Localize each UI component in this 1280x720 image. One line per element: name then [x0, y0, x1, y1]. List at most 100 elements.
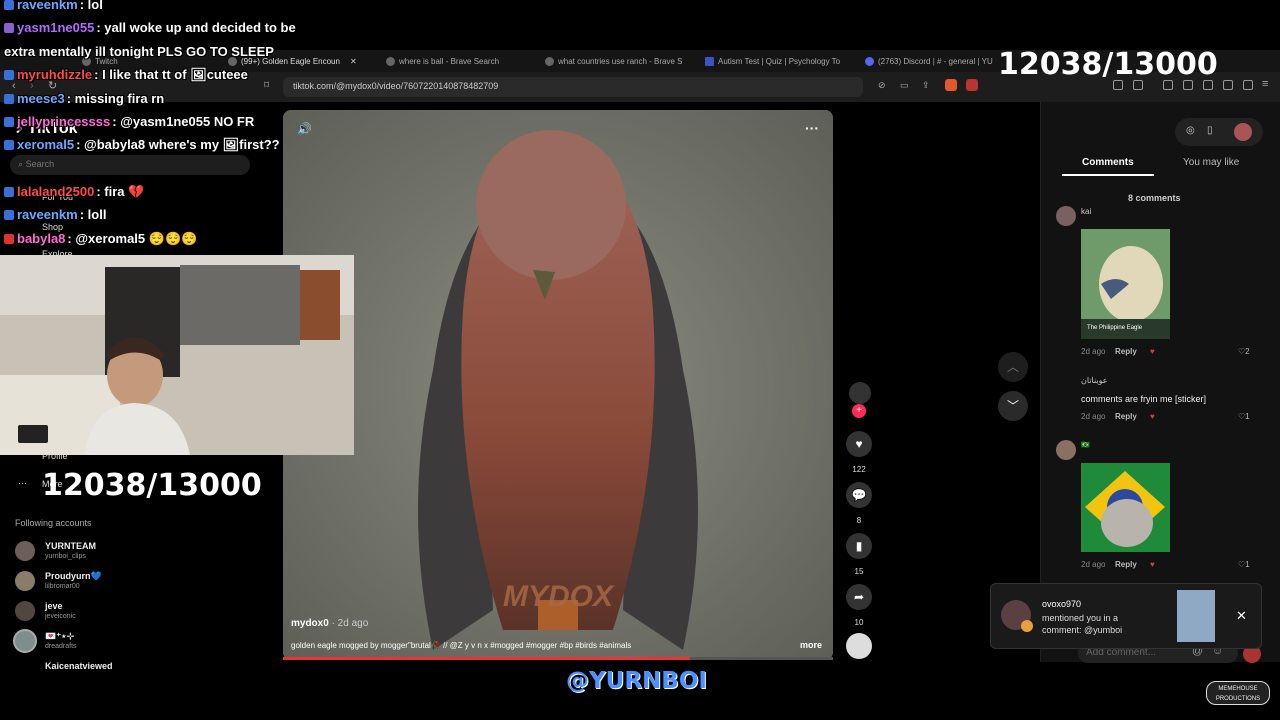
webcam-overlay: [0, 255, 354, 455]
following-name[interactable]: 💌⁺⋆⊹: [45, 631, 74, 642]
discord-icon: [865, 56, 874, 66]
comment-count-label: 8 comments: [1128, 193, 1181, 203]
save-button[interactable]: ▮: [846, 533, 872, 559]
like-button[interactable]: ♥: [846, 431, 872, 457]
following-handle: yurnboi_clips: [45, 553, 86, 560]
tab-autism-test[interactable]: Autism Test | Quiz | Psychology To: [705, 52, 850, 70]
mention-notification[interactable]: ovoxo970 mentioned you in a comment: @yu…: [990, 583, 1262, 649]
more-options-icon[interactable]: ···: [805, 120, 819, 136]
chevron-down-icon: ﹀: [1006, 399, 1019, 413]
cast-icon[interactable]: ▭: [900, 80, 909, 91]
following-name[interactable]: Kaicenatviewed: [45, 661, 113, 671]
chevron-up-icon: ︿: [1006, 360, 1019, 374]
reply-button[interactable]: Reply: [1115, 347, 1137, 356]
tab-you-may-like[interactable]: You may like: [1183, 157, 1239, 168]
following-header: Following accounts: [15, 518, 92, 528]
author-avatar[interactable]: [849, 382, 871, 404]
sub-goal-counter: 12038/13000: [42, 468, 262, 503]
next-video-button[interactable]: ﹀: [998, 391, 1028, 421]
avatar[interactable]: [1234, 123, 1252, 141]
comment-like[interactable]: ♡1: [1238, 412, 1250, 421]
following-handle: lilbromar00: [45, 583, 80, 590]
badge-icon: [4, 140, 14, 150]
streamer-camera: [0, 255, 354, 455]
media-icon[interactable]: ⊘: [878, 80, 886, 91]
caption-more-link[interactable]: more: [800, 640, 822, 650]
close-tab-icon[interactable]: ✕: [350, 57, 357, 66]
avatar[interactable]: [13, 629, 37, 653]
comment-count: 8: [856, 516, 862, 525]
following-handle: jeveiconic: [45, 613, 76, 620]
comment-icon: 💬: [851, 488, 867, 502]
notification-text: mentioned you in a comment: @yumboi: [1042, 613, 1123, 635]
menu-icon[interactable]: ≡: [1262, 78, 1268, 90]
brave-icon: [545, 56, 554, 66]
bookmark-icon[interactable]: ⌑: [264, 80, 269, 91]
comment-age: 2d ago: [1081, 560, 1106, 569]
video-watermark: MYDOX: [503, 580, 614, 613]
badge-icon: [4, 23, 14, 33]
reply-button[interactable]: Reply: [1115, 560, 1137, 569]
liked-by-creator-icon: ♥: [1150, 347, 1155, 356]
comment-user[interactable]: عوبناتان: [1081, 376, 1108, 385]
comment-image[interactable]: [1081, 463, 1170, 552]
comment-user[interactable]: 🇧🇷: [1081, 441, 1090, 449]
brave-icon: [386, 56, 395, 66]
notification-thumbnail: [1177, 590, 1215, 642]
chat-message: myruhdizzle: I like that tt of 🖼cuteee: [4, 67, 248, 83]
comment-text: comments are fryin me [sticker]: [1081, 394, 1207, 404]
comment-button[interactable]: 💬: [846, 482, 872, 508]
tab-comments[interactable]: Comments: [1082, 157, 1134, 168]
tab-brave-search-ball[interactable]: where is ball - Brave Search: [386, 52, 531, 70]
avatar[interactable]: [15, 571, 35, 591]
badge-icon: [4, 70, 14, 80]
brave-shields-icon[interactable]: [945, 79, 957, 91]
badge-icon: [4, 234, 14, 244]
tab-brave-search-ranch[interactable]: what countries use ranch - Brave S: [545, 52, 690, 70]
sound-disc-icon[interactable]: [846, 633, 872, 659]
save-count: 15: [854, 567, 864, 576]
tab-discord[interactable]: (2763) Discord | # - general | YU: [865, 52, 1005, 70]
previous-video-button[interactable]: ︿: [998, 352, 1028, 382]
address-bar[interactable]: tiktok.com/@mydox0/video/760722014087848…: [283, 77, 863, 97]
volume-icon[interactable]: 🔊: [297, 122, 312, 136]
comment-image[interactable]: The Philippine Eagle: [1081, 229, 1170, 339]
share-button[interactable]: ➦: [846, 584, 872, 610]
chat-message-continued: extra mentally ill tonight PLS GO TO SLE…: [4, 44, 274, 59]
comment-user[interactable]: kai: [1081, 207, 1091, 216]
avatar[interactable]: [15, 601, 35, 621]
like-count: 122: [852, 465, 866, 474]
vpn-icon[interactable]: [1243, 80, 1253, 90]
video-author[interactable]: mydox0 · 2d ago: [291, 618, 368, 629]
video-player[interactable]: 🔊 ··· MYDOX mydox0 · 2d ago golden eagle…: [283, 110, 833, 660]
bookmark-icon: ▮: [855, 539, 863, 553]
close-icon[interactable]: ✕: [1236, 608, 1247, 624]
comment-age: 2d ago: [1081, 347, 1106, 356]
more-icon[interactable]: ···: [18, 478, 27, 488]
share-icon[interactable]: ⇪: [922, 80, 930, 91]
leo-icon[interactable]: [1223, 80, 1233, 90]
avatar[interactable]: [1056, 440, 1076, 460]
badge-icon: [4, 117, 14, 127]
badge-icon: [4, 94, 14, 104]
following-name[interactable]: jeve: [45, 601, 63, 611]
device-icon[interactable]: ▯: [1207, 125, 1213, 136]
share-count: 10: [854, 618, 864, 627]
reply-button[interactable]: Reply: [1115, 412, 1137, 421]
chat-message: babyla8: @xeromal5 😌😌😌: [4, 231, 197, 247]
comment-like[interactable]: ♡1: [1238, 560, 1250, 569]
brave-rewards-icon[interactable]: [966, 79, 978, 91]
following-name[interactable]: YURNTEAM: [45, 541, 96, 551]
avatar[interactable]: [1056, 206, 1076, 226]
search-input[interactable]: ⌕ Search: [10, 155, 250, 175]
follow-plus-icon[interactable]: +: [852, 404, 866, 418]
avatar[interactable]: [15, 541, 35, 561]
comment-like[interactable]: ♡2: [1238, 347, 1250, 356]
psychology-site-icon: [705, 56, 714, 66]
notification-user: ovoxo970: [1042, 599, 1082, 609]
following-name[interactable]: Proudyurn💙: [45, 571, 102, 582]
brazil-flag-eagle-image: [1081, 463, 1170, 552]
chat-message: raveenkm: lol: [4, 0, 103, 12]
settings-icon[interactable]: ◎: [1186, 125, 1195, 136]
badge-icon: [4, 187, 14, 197]
